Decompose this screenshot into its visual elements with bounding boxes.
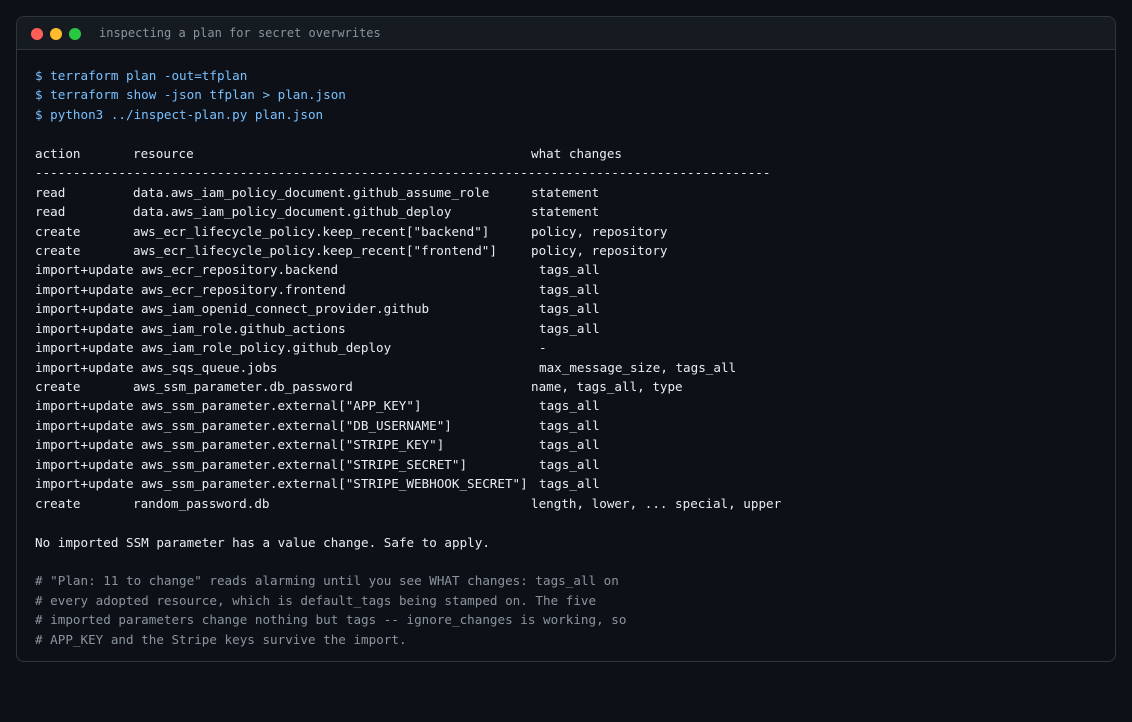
row-action: import+update [35,320,134,336]
row-resource: aws_ssm_parameter.external["STRIPE_WEBHO… [141,476,528,492]
comment-line: # imported parameters change nothing but… [35,612,627,628]
row-changes: name, tags_all, type [531,379,683,394]
row-changes: tags_all [539,437,600,453]
row-resource: aws_ecr_lifecycle_policy.keep_recent["fr… [133,242,497,258]
command-line: $ terraform plan -out=tfplan [35,68,248,83]
row-resource: aws_ecr_repository.backend [141,262,339,278]
table-rule: ----------------------------------------… [35,165,771,181]
table-row: create random_password.db length, lower, .… [35,494,1105,513]
row-resource: aws_sqs_queue.jobs [141,359,278,375]
row-action: import+update [35,340,134,356]
terminal-window: inspecting a plan for secret overwrites … [16,16,1116,662]
row-resource: data.aws_iam_policy_document.github_assu… [133,184,490,200]
command-block: $ terraform plan -out=tfplan $ terraform … [35,66,1105,124]
row-action: create [35,242,81,258]
row-changes: max_message_size, tags_all [539,359,737,375]
table-row: import+update aws_ssm_parameter.external[… [35,435,1105,454]
comment-line: # "Plan: 11 to change" reads alarming un… [35,573,619,589]
command-line: $ terraform show -json tfplan > plan.jso… [35,87,346,103]
row-changes: tags_all [539,456,600,472]
row-resource: aws_ssm_parameter.external["STRIPE_KEY"] [141,437,445,453]
row-resource: aws_iam_role.github_actions [141,320,346,336]
row-changes: tags_all [539,476,600,492]
row-changes: policy, repository [531,223,668,239]
window-title: inspecting a plan for secret overwrites [99,26,381,40]
row-changes: tags_all [539,301,600,317]
table-row: import+update aws_ssm_parameter.external[… [35,455,1105,474]
row-resource: aws_iam_openid_connect_provider.github [141,301,430,317]
table-row: import+update aws_iam_role.github_actions… [35,319,1105,338]
row-action: import+update [35,359,134,375]
table-row: import+update aws_sqs_queue.jobs max_messa… [35,358,1105,377]
table-row: import+update aws_ecr_repository.backend t… [35,260,1105,279]
minimize-button[interactable] [50,28,62,40]
comment-line: # APP_KEY and the Stripe keys survive th… [35,631,407,647]
header-resource: resource [133,145,194,161]
row-action: read [35,184,66,200]
row-changes: tags_all [539,281,600,297]
terminal-output[interactable]: $ terraform plan -out=tfplan $ terraform … [35,66,1105,649]
header-changes: what changes [531,145,622,161]
row-changes: statement [531,204,600,220]
table-row: import+update aws_ssm_parameter.external[… [35,474,1105,493]
row-action: import+update [35,476,134,492]
table-row: create aws_ssm_parameter.db_password name,… [35,377,1105,396]
table-row: import+update aws_iam_role_policy.github_… [35,338,1105,357]
row-changes: tags_all [539,417,600,433]
title-bar: inspecting a plan for secret overwrites [17,17,1115,50]
row-action: import+update [35,417,134,433]
table-row: import+update aws_iam_openid_connect_prov… [35,299,1105,318]
row-resource: aws_ssm_parameter.external["APP_KEY"] [141,398,422,414]
zoom-button[interactable] [69,28,81,40]
table-row: import+update aws_ecr_repository.frontend… [35,280,1105,299]
row-resource: aws_ssm_parameter.external["DB_USERNAME"… [141,417,452,433]
table-row: import+update aws_ssm_parameter.external[… [35,396,1105,415]
row-changes: tags_all [539,320,600,336]
comment-line: # every adopted resource, which is defau… [35,592,597,608]
row-action: create [35,495,81,511]
row-resource: aws_iam_role_policy.github_deploy [141,340,392,356]
command-line: $ python3 ../inspect-plan.py plan.json [35,106,324,122]
table-row: read data.aws_iam_policy_document.github_… [35,202,1105,221]
row-action: import+update [35,398,134,414]
row-action: create [35,379,81,394]
row-resource: aws_ecr_repository.frontend [141,281,346,297]
table-row: create aws_ecr_lifecycle_policy.keep_rece… [35,241,1105,260]
row-changes: length, lower, ... special, upper [531,495,782,511]
table-row: read data.aws_iam_policy_document.github_… [35,183,1105,202]
row-action: import+update [35,281,134,297]
row-changes: tags_all [539,262,600,278]
row-action: import+update [35,301,134,317]
table-header: action resource what changes [35,144,1105,163]
close-button[interactable] [31,28,43,40]
table-row: create aws_ecr_lifecycle_policy.keep_rece… [35,222,1105,241]
row-resource: aws_ssm_parameter.db_password [133,379,353,394]
row-action: import+update [35,456,134,472]
row-resource: data.aws_iam_policy_document.github_depl… [133,204,452,220]
table-body: read data.aws_iam_policy_document.github_… [35,183,1105,513]
comment-block: # "Plan: 11 to change" reads alarming un… [35,571,1105,649]
header-action: action [35,145,81,161]
table-row: import+update aws_ssm_parameter.external[… [35,416,1105,435]
row-action: read [35,204,66,220]
row-changes: statement [531,184,600,200]
row-action: import+update [35,262,134,278]
row-resource: aws_ecr_lifecycle_policy.keep_recent["ba… [133,223,490,239]
row-changes: tags_all [539,398,600,414]
summary-line: No imported SSM parameter has a value ch… [35,534,490,550]
row-resource: aws_ssm_parameter.external["STRIPE_SECRE… [141,456,468,472]
row-changes: policy, repository [531,242,668,258]
row-changes: - [539,340,547,356]
row-action: create [35,223,81,239]
row-action: import+update [35,437,134,453]
row-resource: random_password.db [133,495,270,511]
